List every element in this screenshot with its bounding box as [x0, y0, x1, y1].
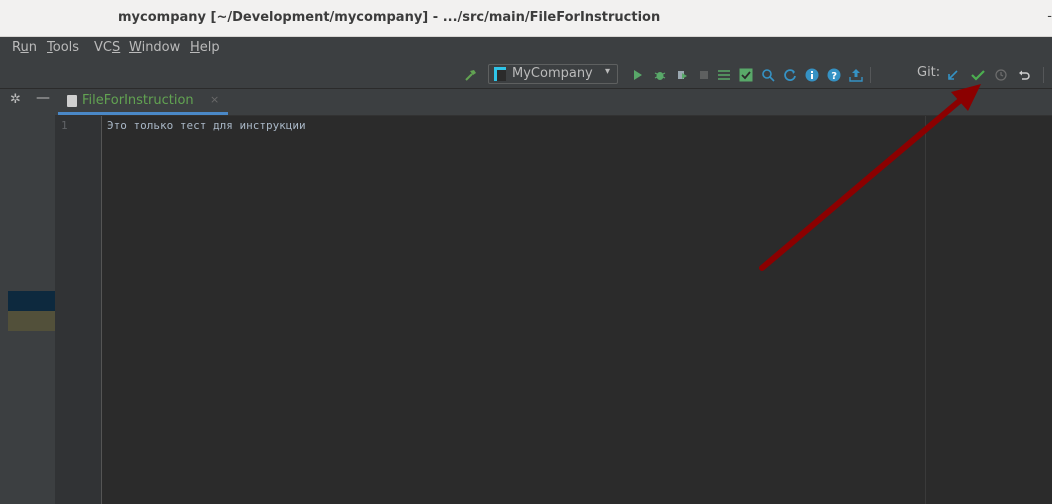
refresh-icon[interactable] [782, 66, 798, 84]
check-icon[interactable] [738, 66, 754, 84]
editor-tab-bar: FileForInstruction × [55, 89, 1052, 116]
run-icon[interactable] [630, 66, 646, 84]
menu-run-label: Run [12, 40, 37, 55]
run-config-icon [494, 67, 506, 81]
gear-icon[interactable]: ✲ [10, 92, 21, 107]
svg-text:?: ? [831, 71, 837, 82]
info-icon[interactable] [804, 66, 820, 84]
git-label: Git: [917, 65, 941, 80]
git-update-icon[interactable] [945, 66, 961, 84]
line-number: 1 [61, 119, 68, 132]
tab-fileforinstruction[interactable]: FileForInstruction × [58, 89, 228, 115]
project-selected-row[interactable] [8, 291, 55, 311]
code-line[interactable]: Это только тест для инструкции [107, 119, 306, 132]
minimize-button[interactable]: - [1047, 9, 1052, 24]
menu-window-label: Window [129, 40, 181, 55]
debug-icon[interactable] [652, 66, 668, 84]
menu-bar: Run Tools VCS Window Help [0, 37, 1052, 61]
upload-icon[interactable] [848, 66, 864, 84]
help-icon[interactable]: ? [826, 66, 842, 84]
menu-vcs-label: VCS [94, 40, 121, 55]
editor-gutter: 1 [55, 116, 102, 504]
left-tool-strip [0, 89, 8, 504]
project-panel: ✲ — [8, 89, 55, 504]
structure-icon[interactable] [716, 66, 732, 84]
chevron-down-icon: ▾ [604, 66, 610, 77]
menu-help[interactable]: Help [190, 40, 220, 55]
run-config-label: MyCompany [512, 66, 593, 81]
git-commit-icon[interactable] [970, 66, 986, 84]
file-icon [67, 95, 77, 107]
tab-label: FileForInstruction [82, 93, 194, 108]
window-title-bar: mycompany [~/Development/mycompany] - ..… [0, 0, 1052, 37]
project-highlight-row[interactable] [8, 311, 55, 331]
menu-help-label: Help [190, 40, 220, 55]
toolbar-separator [1043, 67, 1044, 83]
git-revert-icon[interactable] [1016, 66, 1032, 84]
stop-icon[interactable] [696, 66, 712, 84]
right-margin-guide [925, 116, 926, 504]
coverage-icon[interactable] [674, 66, 690, 84]
close-icon[interactable]: × [210, 93, 219, 106]
code-editor[interactable]: Это только тест для инструкции [102, 116, 1052, 504]
window-title: mycompany [~/Development/mycompany] - ..… [118, 10, 661, 25]
run-configuration-select[interactable]: MyCompany ▾ [488, 64, 618, 84]
toolbar-separator [870, 67, 871, 83]
menu-run[interactable]: Run [12, 40, 37, 55]
main-toolbar: MyCompany ▾ ? Git: [0, 61, 1052, 89]
menu-tools-label: Tools [47, 40, 80, 55]
git-history-icon[interactable] [993, 66, 1009, 84]
menu-vcs[interactable]: VCS [94, 40, 120, 55]
hide-panel-icon[interactable]: — [36, 90, 50, 106]
hammer-icon[interactable] [462, 66, 480, 84]
menu-window[interactable]: Window [129, 40, 180, 55]
menu-tools[interactable]: Tools [47, 40, 79, 55]
search-icon[interactable] [760, 66, 776, 84]
